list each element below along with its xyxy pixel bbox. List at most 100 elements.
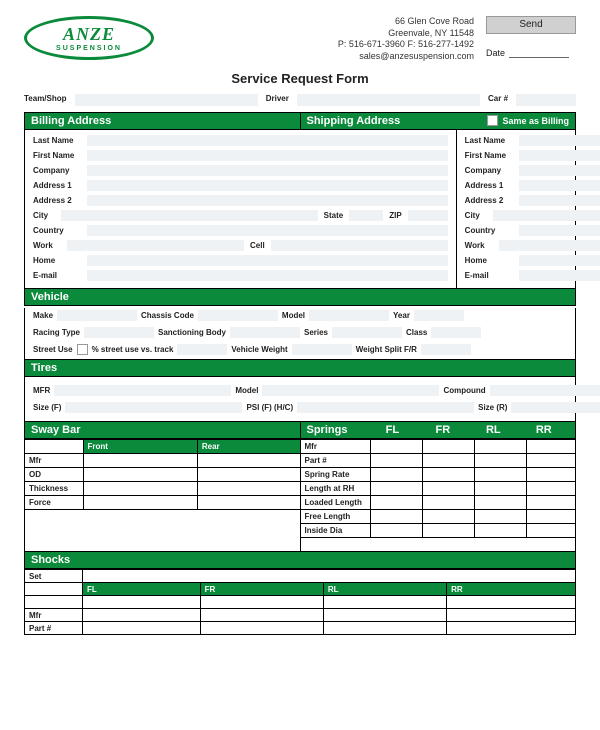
shipping-country-input[interactable]	[519, 225, 600, 236]
vehicle-racing-input[interactable]	[84, 327, 154, 338]
shipping-addr2-label: Address 2	[465, 196, 513, 205]
shipping-last-input[interactable]	[519, 135, 600, 146]
billing-country-label: Country	[33, 226, 81, 235]
tires-sizef-label: Size (F)	[33, 403, 61, 412]
shocks-part-label: Part #	[25, 622, 83, 635]
shocks-rl-col: RL	[323, 583, 446, 596]
shipping-work-label: Work	[465, 241, 493, 250]
vehicle-sanction-input[interactable]	[230, 327, 300, 338]
team-input[interactable]	[75, 94, 258, 106]
springs-mfr-fr[interactable]	[422, 439, 474, 453]
shipping-company-input[interactable]	[519, 165, 600, 176]
springs-lenrh-label: Length at RH	[301, 481, 371, 495]
shipping-home-input[interactable]	[519, 255, 600, 266]
vehicle-section: Make Chassis Code Model Year Racing Type…	[24, 308, 576, 360]
billing-cell-input[interactable]	[271, 240, 448, 251]
springs-table: Mfr Part # Spring Rate Length at RH Load…	[301, 439, 576, 538]
shipping-company-label: Company	[465, 166, 513, 175]
sway-od-front[interactable]	[83, 467, 197, 481]
billing-state-label: State	[324, 211, 344, 220]
vehicle-chassis-input[interactable]	[198, 310, 278, 321]
sway-od-label: OD	[25, 467, 83, 481]
billing-addr2-input[interactable]	[87, 195, 448, 206]
billing-home-input[interactable]	[87, 255, 448, 266]
addr-street: 66 Glen Cove Road	[338, 16, 474, 28]
vehicle-sanction-label: Sanctioning Body	[158, 328, 226, 337]
vehicle-chassis-label: Chassis Code	[141, 311, 194, 320]
springs-free-label: Free Length	[301, 509, 371, 523]
billing-state-input[interactable]	[349, 210, 383, 221]
billing-home-label: Home	[33, 256, 81, 265]
driver-label: Driver	[266, 94, 289, 106]
billing-email-input[interactable]	[87, 270, 448, 281]
shipping-first-input[interactable]	[519, 150, 600, 161]
sway-mfr-front[interactable]	[83, 453, 197, 467]
vehicle-series-label: Series	[304, 328, 328, 337]
shocks-fl-col: FL	[83, 583, 201, 596]
shipping-work-input[interactable]	[499, 240, 600, 251]
springs-header: Springs FL FR RL RR	[301, 422, 576, 439]
date-input[interactable]	[509, 48, 569, 58]
sway-force-rear[interactable]	[197, 495, 299, 509]
sway-force-front[interactable]	[83, 495, 197, 509]
car-input[interactable]	[516, 94, 576, 106]
shocks-rr-col: RR	[447, 583, 576, 596]
tires-section: MFR Model Compound Size (F) PSI (F) (H/C…	[24, 377, 576, 422]
springs-rr-col: RR	[519, 424, 569, 436]
tires-compound-input[interactable]	[490, 385, 600, 396]
form-title: Service Request Form	[24, 71, 576, 86]
tires-sizer-input[interactable]	[511, 402, 600, 413]
billing-first-input[interactable]	[87, 150, 448, 161]
shipping-addr2-input[interactable]	[519, 195, 600, 206]
billing-country-input[interactable]	[87, 225, 448, 236]
springs-loaded-label: Loaded Length	[301, 495, 371, 509]
billing-last-label: Last Name	[33, 136, 81, 145]
vehicle-series-input[interactable]	[332, 327, 402, 338]
tires-sizef-input[interactable]	[65, 402, 242, 413]
vehicle-pct-input[interactable]	[177, 344, 227, 355]
sway-front-col: Front	[83, 439, 197, 453]
addr-email: sales@anzesuspension.com	[338, 51, 474, 63]
vehicle-split-label: Weight Split F/R	[356, 345, 417, 354]
tires-mfr-input[interactable]	[54, 385, 231, 396]
billing-city-input[interactable]	[61, 210, 318, 221]
billing-last-input[interactable]	[87, 135, 448, 146]
sway-thick-front[interactable]	[83, 481, 197, 495]
shipping-addr1-input[interactable]	[519, 180, 600, 191]
billing-zip-input[interactable]	[408, 210, 448, 221]
shipping-city-input[interactable]	[493, 210, 600, 221]
shipping-header: Shipping Address Same as Billing	[300, 112, 577, 130]
driver-input[interactable]	[297, 94, 480, 106]
springs-mfr-fl[interactable]	[371, 439, 423, 453]
vehicle-weight-input[interactable]	[292, 344, 352, 355]
tires-model-input[interactable]	[262, 385, 439, 396]
sway-mfr-rear[interactable]	[197, 453, 299, 467]
vehicle-year-input[interactable]	[414, 310, 464, 321]
sway-rear-col: Rear	[197, 439, 299, 453]
vehicle-split-input[interactable]	[421, 344, 471, 355]
shipping-block: Last Name First Name Company Address 1 A…	[457, 130, 600, 288]
shocks-set-input[interactable]	[83, 570, 576, 583]
billing-company-input[interactable]	[87, 165, 448, 176]
billing-work-input[interactable]	[67, 240, 244, 251]
shipping-email-input[interactable]	[519, 270, 600, 281]
vehicle-header: Vehicle	[24, 289, 576, 306]
send-button[interactable]: Send	[486, 16, 576, 34]
same-as-billing-checkbox[interactable]	[487, 115, 498, 126]
billing-addr1-input[interactable]	[87, 180, 448, 191]
vehicle-model-input[interactable]	[309, 310, 389, 321]
springs-fl-col: FL	[367, 424, 417, 436]
vehicle-make-input[interactable]	[57, 310, 137, 321]
sway-od-rear[interactable]	[197, 467, 299, 481]
springs-mfr-rr[interactable]	[526, 439, 575, 453]
shipping-city-label: City	[465, 211, 487, 220]
sway-thick-rear[interactable]	[197, 481, 299, 495]
tires-psif-input[interactable]	[297, 402, 474, 413]
tires-compound-label: Compound	[443, 386, 485, 395]
springs-mfr-rl[interactable]	[474, 439, 526, 453]
street-use-checkbox[interactable]	[77, 344, 88, 355]
vehicle-class-input[interactable]	[431, 327, 481, 338]
springs-fr-col: FR	[418, 424, 468, 436]
tires-mfr-label: MFR	[33, 386, 50, 395]
springs-dia-label: Inside Dia	[301, 523, 371, 537]
